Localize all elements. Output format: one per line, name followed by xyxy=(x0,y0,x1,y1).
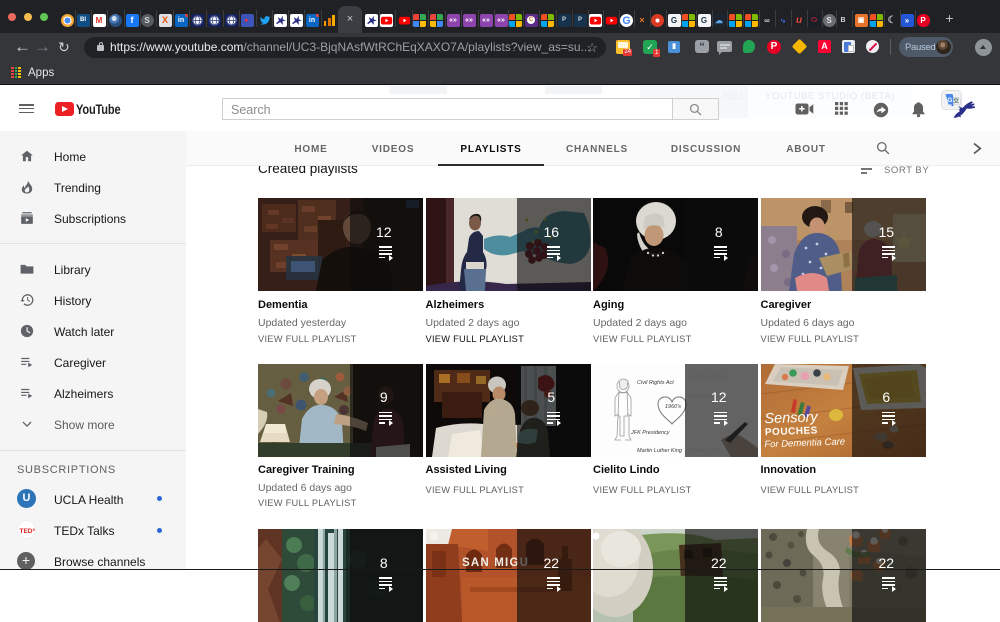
svg-text:Sensory: Sensory xyxy=(764,409,818,427)
svg-text:POUCHES: POUCHES xyxy=(764,425,817,438)
svg-text:G: G xyxy=(622,15,630,27)
svg-text:JFK Presidency: JFK Presidency xyxy=(630,430,671,436)
svg-text:1960's: 1960's xyxy=(665,404,681,410)
svg-text:Civil Rights Act: Civil Rights Act xyxy=(637,380,674,386)
svg-text:Martin Luther King: Martin Luther King xyxy=(637,448,683,454)
